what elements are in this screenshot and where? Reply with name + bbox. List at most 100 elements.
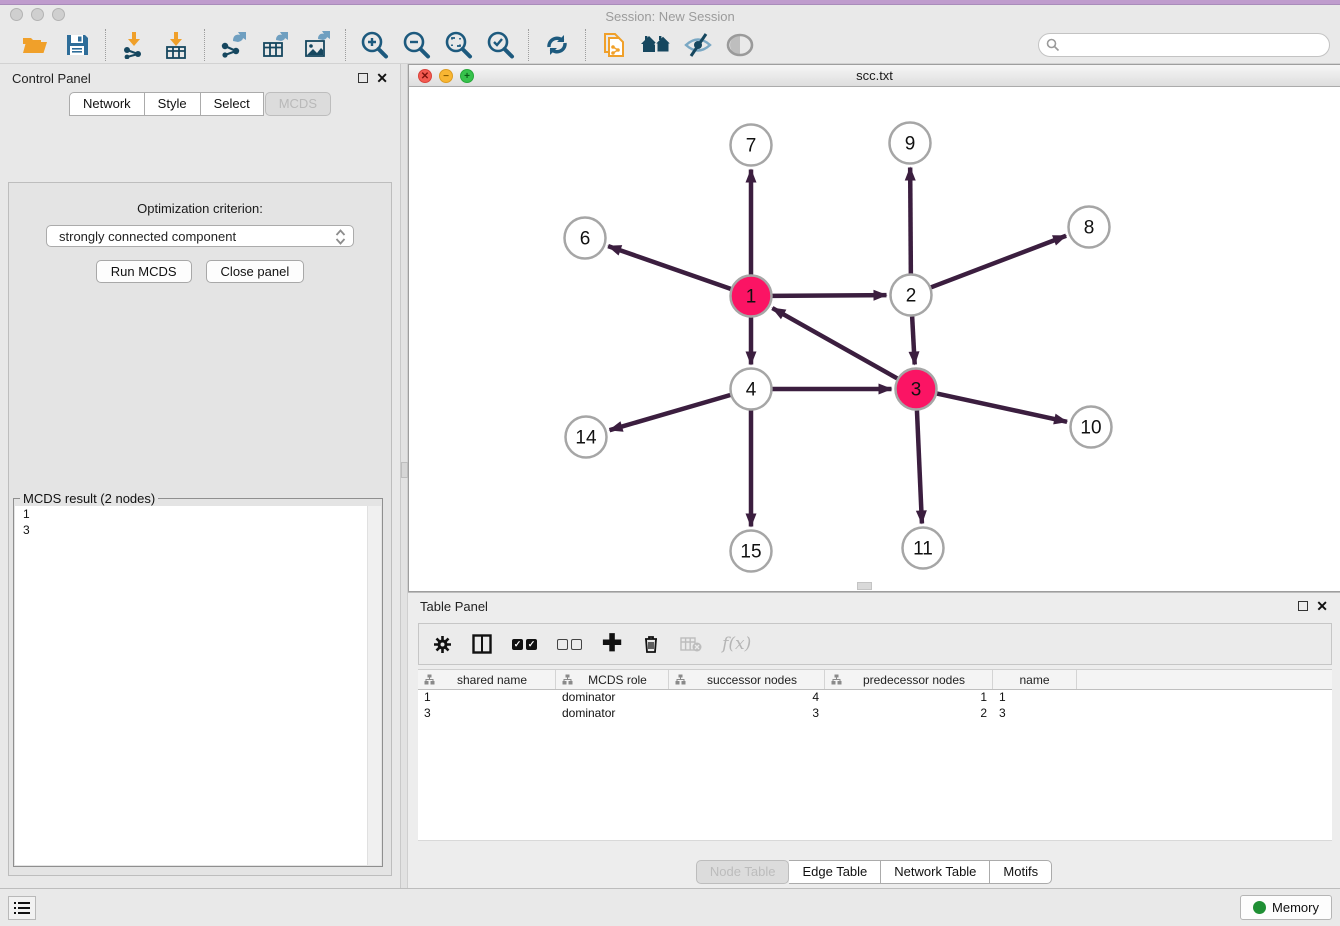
- export-image-icon[interactable]: [299, 29, 335, 61]
- search-icon: [1046, 38, 1060, 52]
- birds-eye-icon[interactable]: [722, 29, 758, 61]
- canvas-splitter-handle[interactable]: [857, 582, 872, 590]
- clone-network-icon[interactable]: [596, 29, 632, 61]
- tab-mcds[interactable]: MCDS: [265, 92, 331, 116]
- table-row[interactable]: 3 dominator 3 2 3: [418, 706, 1332, 722]
- hide-show-icon[interactable]: [680, 29, 716, 61]
- tab-select[interactable]: Select: [201, 92, 264, 116]
- network-close-icon[interactable]: ✕: [418, 69, 432, 83]
- tab-node-table[interactable]: Node Table: [696, 860, 790, 884]
- home-icon[interactable]: [638, 29, 674, 61]
- cell-successor-nodes[interactable]: 3: [669, 706, 825, 722]
- open-session-icon[interactable]: [17, 29, 53, 61]
- network-maximize-icon[interactable]: +: [460, 69, 474, 83]
- cell-predecessor-nodes[interactable]: 1: [825, 690, 993, 706]
- maximize-window-icon[interactable]: [52, 8, 65, 21]
- tab-style[interactable]: Style: [145, 92, 201, 116]
- zoom-in-icon[interactable]: [356, 29, 392, 61]
- cell-shared-name[interactable]: 3: [418, 706, 556, 722]
- create-column-icon[interactable]: ✚: [602, 634, 622, 654]
- show-columns-icon[interactable]: [472, 634, 492, 654]
- toolbar-separator: [345, 29, 346, 61]
- network-minimize-icon[interactable]: −: [439, 69, 453, 83]
- refresh-layout-icon[interactable]: [539, 29, 575, 61]
- zoom-fit-icon[interactable]: [440, 29, 476, 61]
- close-window-icon[interactable]: [10, 8, 23, 21]
- toolbar-separator: [105, 29, 106, 61]
- cell-successor-nodes[interactable]: 4: [669, 690, 825, 706]
- panel-splitter[interactable]: [400, 64, 408, 888]
- deselect-all-columns-icon[interactable]: [557, 639, 582, 650]
- graph-edge-2-8[interactable]: [931, 236, 1066, 288]
- control-panel: Control Panel ✕ Network Style Select MCD…: [0, 64, 400, 888]
- search-input[interactable]: [1038, 33, 1330, 57]
- cell-shared-name[interactable]: 1: [418, 690, 556, 706]
- graph-edge-1-6[interactable]: [608, 246, 731, 289]
- mcds-result-list[interactable]: 1 3: [15, 506, 381, 865]
- zoom-out-icon[interactable]: [398, 29, 434, 61]
- splitter-handle[interactable]: [401, 462, 408, 478]
- column-type-icon: [675, 674, 686, 685]
- network-window-titlebar[interactable]: ✕ − + scc.txt: [409, 65, 1340, 87]
- graph-edge-3-11[interactable]: [917, 410, 922, 523]
- column-header-mcds-role[interactable]: MCDS role: [556, 670, 669, 689]
- toolbar-separator: [585, 29, 586, 61]
- window-title: Session: New Session: [605, 9, 734, 24]
- mcds-panel: Optimization criterion: strongly connect…: [8, 182, 392, 876]
- float-panel-icon[interactable]: [358, 73, 368, 83]
- graph-edge-1-2[interactable]: [772, 295, 886, 296]
- cell-name[interactable]: 1: [993, 690, 1077, 706]
- graph-edge-2-3[interactable]: [912, 316, 915, 364]
- zoom-selected-icon[interactable]: [482, 29, 518, 61]
- optimization-criterion-label: Optimization criterion:: [9, 201, 391, 216]
- close-panel-button[interactable]: Close panel: [206, 260, 305, 283]
- task-history-icon[interactable]: [8, 896, 36, 920]
- network-canvas[interactable]: 7968124314101511: [409, 87, 1340, 591]
- select-all-columns-icon[interactable]: ✓✓: [512, 639, 537, 650]
- cell-mcds-role[interactable]: dominator: [556, 690, 669, 706]
- table-panel-title: Table Panel: [420, 599, 488, 614]
- graph-edge-3-1[interactable]: [772, 308, 897, 378]
- tab-motifs[interactable]: Motifs: [990, 860, 1052, 884]
- memory-button[interactable]: Memory: [1240, 895, 1332, 920]
- table-row[interactable]: 1 dominator 4 1 1: [418, 690, 1332, 706]
- graph-node-label: 3: [911, 380, 922, 401]
- import-network-icon[interactable]: [116, 29, 152, 61]
- tab-network-table[interactable]: Network Table: [881, 860, 990, 884]
- tab-network[interactable]: Network: [69, 92, 145, 116]
- column-type-icon: [424, 674, 435, 685]
- graph-node-label: 14: [575, 428, 597, 449]
- float-table-panel-icon[interactable]: [1298, 601, 1308, 611]
- cell-mcds-role[interactable]: dominator: [556, 706, 669, 722]
- import-table-icon[interactable]: [158, 29, 194, 61]
- column-header-shared-name[interactable]: shared name: [418, 670, 556, 689]
- graph-edge-4-14[interactable]: [610, 395, 731, 430]
- export-table-icon[interactable]: [257, 29, 293, 61]
- graph-node-label: 15: [740, 542, 761, 563]
- tab-edge-table[interactable]: Edge Table: [789, 860, 881, 884]
- save-session-icon[interactable]: [59, 29, 95, 61]
- cell-predecessor-nodes[interactable]: 2: [825, 706, 993, 722]
- network-view-window: ✕ − + scc.txt 7968124314101511: [408, 64, 1340, 592]
- criterion-select[interactable]: strongly connected component: [46, 225, 354, 247]
- minimize-window-icon[interactable]: [31, 8, 44, 21]
- table-settings-icon[interactable]: [433, 635, 452, 654]
- run-mcds-button[interactable]: Run MCDS: [96, 260, 192, 283]
- delete-column-icon[interactable]: [642, 634, 660, 654]
- graph-edge-3-10[interactable]: [937, 394, 1067, 422]
- close-panel-icon[interactable]: ✕: [376, 73, 388, 83]
- select-stepper-icon: [335, 229, 346, 245]
- close-table-panel-icon[interactable]: ✕: [1316, 601, 1328, 611]
- column-header-predecessor-nodes[interactable]: predecessor nodes: [825, 670, 993, 689]
- table-header-row: shared name MCDS role successor nodes: [418, 669, 1332, 690]
- column-header-name[interactable]: name: [993, 670, 1077, 689]
- node-table: shared name MCDS role successor nodes: [418, 669, 1332, 841]
- export-network-icon[interactable]: [215, 29, 251, 61]
- graph-node-label: 8: [1084, 218, 1095, 239]
- network-title: scc.txt: [856, 68, 893, 83]
- result-scrollbar[interactable]: [367, 506, 381, 865]
- cell-name[interactable]: 3: [993, 706, 1077, 722]
- graph-edge-2-9[interactable]: [910, 167, 911, 273]
- table-tabs: Node Table Edge Table Network Table Moti…: [408, 860, 1340, 884]
- column-header-successor-nodes[interactable]: successor nodes: [669, 670, 825, 689]
